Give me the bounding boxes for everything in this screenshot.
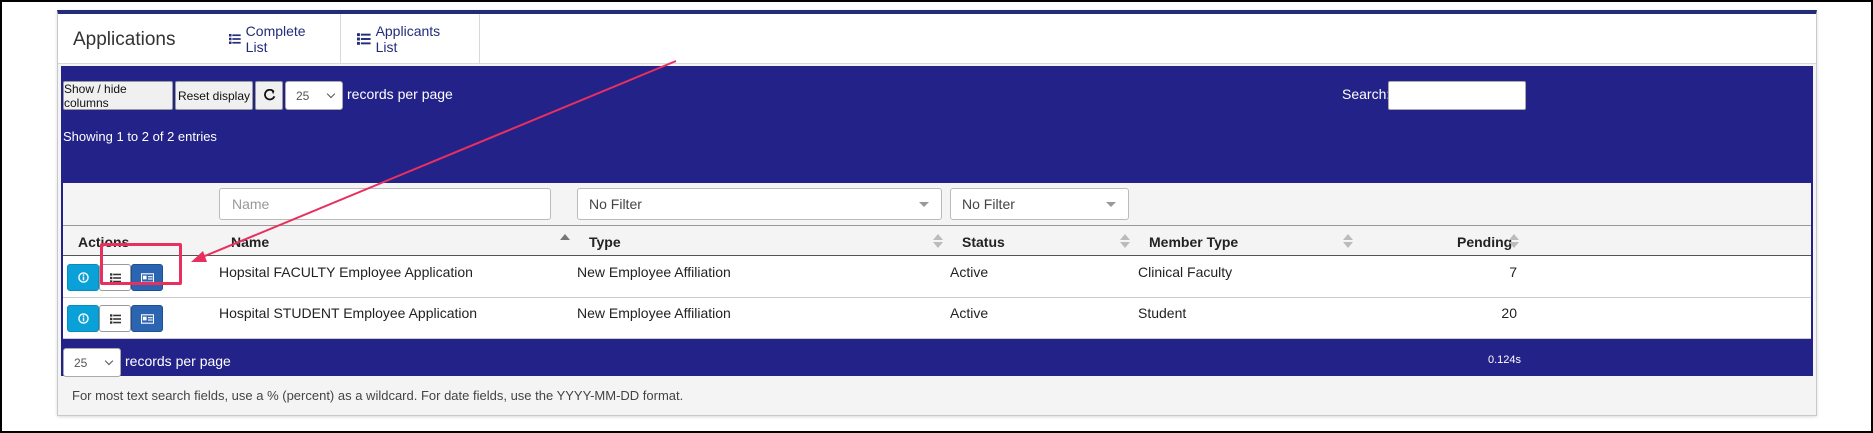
- annotation-arrow: [191, 60, 677, 262]
